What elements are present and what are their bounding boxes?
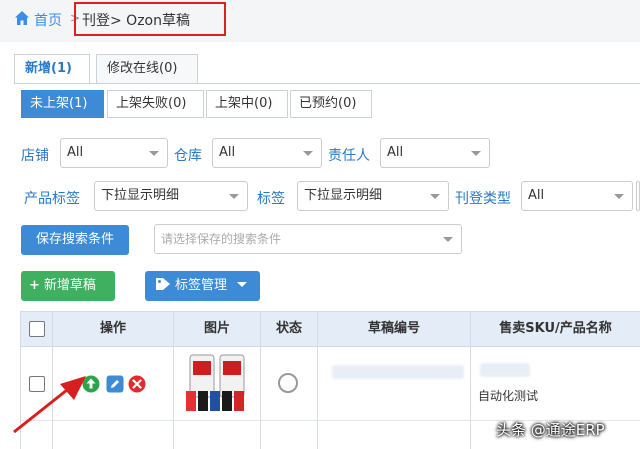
- chevron-down-icon: [237, 282, 248, 287]
- th-draft-no: 草稿编号: [367, 321, 420, 336]
- subtab-listing[interactable]: 上架中(0): [206, 90, 288, 118]
- delete-icon[interactable]: [128, 375, 146, 393]
- tag-select[interactable]: 下拉显示明细: [297, 181, 449, 211]
- annotation-arrow-icon: [13, 376, 86, 434]
- home-icon[interactable]: [14, 10, 30, 26]
- chevron-down-icon: [614, 194, 624, 199]
- breadcrumb-home-link[interactable]: 首页: [34, 10, 62, 30]
- chevron-down-icon: [229, 194, 239, 199]
- warehouse-select-value: All: [219, 145, 236, 160]
- status-indicator: [278, 373, 298, 393]
- add-draft-label: 新增草稿: [43, 278, 96, 293]
- product-tag-label: 产品标签: [24, 191, 80, 207]
- tab-new[interactable]: 新增(1): [14, 54, 90, 84]
- shop-select[interactable]: All: [60, 138, 168, 168]
- subtab-scheduled[interactable]: 已预约(0): [290, 90, 372, 118]
- owner-label: 责任人: [328, 148, 370, 164]
- listing-type-select-value: All: [528, 188, 545, 203]
- breadcrumb-current: 刊登> Ozon草稿: [82, 13, 190, 29]
- tag-manage-button[interactable]: 标签管理: [145, 271, 260, 301]
- owner-select-value: All: [387, 145, 404, 160]
- product-name: 自动化测试: [478, 389, 539, 403]
- select-all-checkbox[interactable]: [29, 321, 45, 337]
- saved-search-select[interactable]: 请选择保存的搜索条件: [154, 224, 462, 254]
- table-row: 自动化测试: [20, 347, 640, 420]
- warehouse-select[interactable]: All: [212, 138, 322, 168]
- chevron-down-icon: [430, 194, 440, 199]
- listing-type-select[interactable]: All: [521, 181, 633, 211]
- tag-select-value: 下拉显示明细: [304, 188, 383, 203]
- product-thumbnail-image[interactable]: [184, 353, 250, 413]
- listing-type-label: 刊登类型: [455, 191, 511, 207]
- tag-icon: [156, 278, 170, 290]
- shop-select-value: All: [67, 145, 84, 160]
- th-operation: 操作: [99, 321, 126, 336]
- save-search-button[interactable]: 保存搜索条件: [21, 225, 129, 255]
- owner-select[interactable]: All: [380, 138, 490, 168]
- tag-manage-label: 标签管理: [175, 278, 228, 293]
- tab-modify-online[interactable]: 修改在线(0): [96, 54, 198, 84]
- chevron-down-icon: [471, 151, 481, 156]
- product-tag-select[interactable]: 下拉显示明细: [94, 181, 248, 211]
- th-status: 状态: [275, 321, 302, 336]
- chevron-down-icon: [149, 151, 159, 156]
- subtab-list-failed[interactable]: 上架失败(0): [107, 90, 204, 118]
- chevron-down-icon: [303, 151, 313, 156]
- th-sku-name: 售卖SKU/产品名称: [499, 321, 612, 336]
- saved-search-placeholder: 请选择保存的搜索条件: [161, 232, 282, 246]
- plus-icon: +: [29, 278, 40, 293]
- th-image: 图片: [203, 321, 230, 336]
- extra-select-edge[interactable]: [636, 181, 640, 211]
- tab-divider: [14, 83, 640, 84]
- edit-icon[interactable]: [106, 375, 124, 393]
- warehouse-label: 仓库: [174, 148, 202, 164]
- shop-label: 店铺: [21, 148, 49, 164]
- product-tag-select-value: 下拉显示明细: [101, 188, 180, 203]
- watermark-text: 头条 @通途ERP: [496, 421, 605, 439]
- chevron-down-icon: [443, 237, 453, 242]
- add-draft-button[interactable]: + 新增草稿: [21, 271, 115, 301]
- draft-number-redacted: [332, 365, 464, 379]
- sku-redacted: [480, 363, 530, 377]
- subtab-not-listed[interactable]: 未上架(1): [21, 90, 104, 118]
- tag-label: 标签: [257, 191, 285, 207]
